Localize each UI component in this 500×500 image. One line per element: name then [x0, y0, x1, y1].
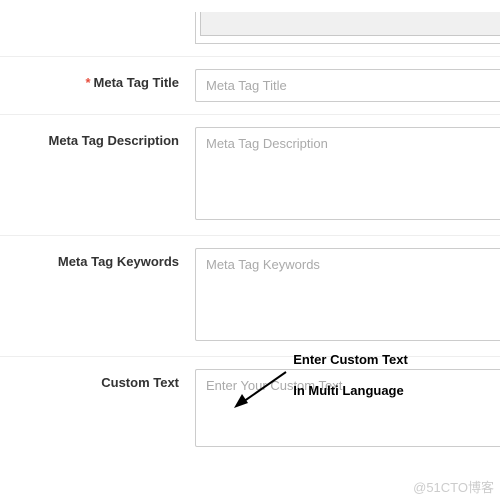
required-marker: * [85, 75, 90, 90]
row-meta-title: * Meta Tag Title [0, 57, 500, 115]
row-meta-keywords: Meta Tag Keywords [0, 236, 500, 357]
form-settings: * Meta Tag Title Meta Tag Description Met… [0, 0, 500, 462]
label-meta-title-text: Meta Tag Title [94, 75, 179, 90]
editor-field-col [195, 12, 500, 44]
meta-keywords-textarea[interactable] [195, 248, 500, 341]
custom-text-textarea[interactable] [195, 369, 500, 447]
label-meta-title: * Meta Tag Title [0, 69, 195, 90]
label-custom-text: Custom Text [0, 369, 195, 390]
editor-container-bottom [195, 12, 500, 44]
meta-description-textarea[interactable] [195, 127, 500, 220]
row-meta-description: Meta Tag Description [0, 115, 500, 236]
label-meta-description: Meta Tag Description [0, 127, 195, 148]
watermark: @51CTO博客 [413, 477, 494, 496]
meta-title-input[interactable] [195, 69, 500, 102]
editor-label-empty [0, 12, 195, 18]
row-custom-text: Custom Text [0, 357, 500, 462]
editor-statusbar [200, 12, 500, 36]
label-meta-keywords: Meta Tag Keywords [0, 248, 195, 269]
row-editor-bottom [0, 0, 500, 57]
